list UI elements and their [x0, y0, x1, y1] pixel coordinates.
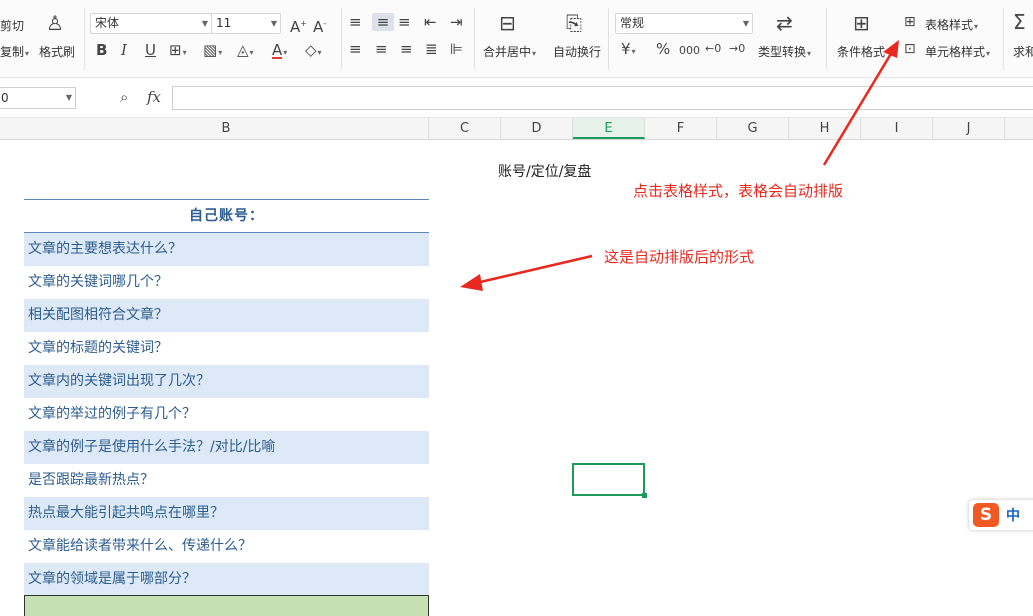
- annotation-middle: 这是自动排版后的形式: [604, 248, 755, 266]
- arrow-to-table: [460, 254, 593, 291]
- ime-mode-label[interactable]: 中: [1006, 505, 1020, 525]
- annotation-top: 点击表格样式，表格会自动排版: [633, 182, 844, 200]
- sogou-logo-icon: S: [973, 503, 999, 527]
- annotation-arrows: [460, 40, 899, 291]
- arrow-to-table-style: [822, 40, 899, 166]
- ime-toolbar[interactable]: S 中: [969, 500, 1033, 530]
